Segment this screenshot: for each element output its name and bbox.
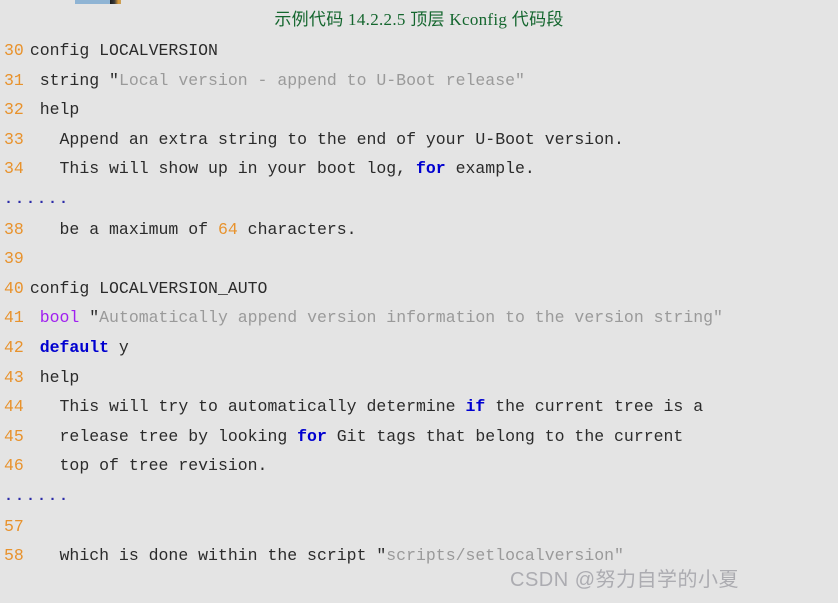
code-token-plain: y (109, 337, 129, 357)
top-edge-artifact-swatch (110, 0, 121, 4)
line-number: 43 (4, 367, 24, 387)
code-line: 45 release tree by looking for Git tags … (0, 422, 838, 452)
code-token-plain: the current tree is a (485, 397, 704, 417)
code-line: 42 default y (0, 333, 838, 363)
code-line: ...... (0, 481, 838, 512)
line-number: 58 (4, 546, 24, 566)
line-number: 41 (4, 308, 24, 328)
code-token-plain: Append an extra string to the end of you… (29, 129, 624, 149)
line-number: 44 (4, 397, 24, 417)
code-line: 41 bool "Automatically append version in… (0, 303, 838, 333)
code-line: 43 help (0, 363, 838, 393)
line-number: 45 (4, 426, 24, 446)
code-line: 46 top of tree revision. (0, 451, 838, 481)
code-token-plain: be a maximum of (29, 219, 218, 239)
line-number: 42 (4, 337, 24, 357)
code-line: 58 which is done within the script "scri… (0, 541, 838, 571)
code-token-plain: config LOCALVERSION_AUTO (29, 278, 268, 298)
line-number: 39 (4, 249, 24, 269)
code-token-plain: top of tree revision. (29, 456, 268, 476)
code-token-plain: This will show up in your boot log, (29, 159, 416, 179)
code-token-plain: example. (445, 159, 535, 179)
line-number: 33 (4, 129, 24, 149)
code-token-str: scripts/setlocalversion" (386, 546, 624, 566)
code-token-ellipsis: ...... (4, 190, 71, 208)
code-token-kw: default (39, 337, 110, 357)
code-line: ...... (0, 184, 838, 215)
code-token-ellipsis: ...... (4, 487, 71, 505)
code-line: 32 help (0, 95, 838, 125)
code-token-plain: help (29, 100, 80, 120)
line-number: 40 (4, 278, 24, 298)
code-token-quote: " (89, 308, 100, 328)
figure-title: 示例代码 14.2.2.5 顶层 Kconfig 代码段 (274, 10, 564, 29)
code-line: 57 (0, 512, 838, 542)
line-number: 57 (4, 516, 24, 536)
code-token-str: " (515, 70, 525, 90)
line-number: 38 (4, 219, 24, 239)
code-line: 44 This will try to automatically determ… (0, 392, 838, 422)
code-token-kw: for (297, 426, 327, 446)
code-token-quote: " (109, 70, 119, 90)
code-token-plain: which is done within the script (29, 546, 377, 566)
code-token-plain: help (29, 367, 80, 387)
line-number: 34 (4, 159, 24, 179)
code-line: 38 be a maximum of 64 characters. (0, 215, 838, 245)
code-line: 39 (0, 244, 838, 274)
code-line: 31 string "Local version - append to U-B… (0, 66, 838, 96)
code-token-plain: Git tags that belong to the current (326, 426, 684, 446)
code-token-str: " (713, 308, 723, 328)
code-token-kw: for (415, 159, 446, 179)
line-number: 46 (4, 456, 24, 476)
code-token-plain: release tree by looking (29, 426, 298, 446)
code-listing-figure: 示例代码 14.2.2.5 顶层 Kconfig 代码段 30 config LO… (0, 0, 838, 603)
code-line: 40 config LOCALVERSION_AUTO (0, 274, 838, 304)
code-token-plain: This will try to automatically determine (29, 397, 466, 417)
code-token-plain: config LOCALVERSION (29, 41, 218, 60)
code-token-str: Local version - append to U-Boot release (118, 70, 516, 90)
code-token-quote: " (376, 546, 387, 566)
code-line: 33 Append an extra string to the end of … (0, 125, 838, 155)
line-number: 31 (4, 70, 24, 90)
line-number: 32 (4, 100, 24, 120)
line-number: 30 (4, 41, 24, 60)
code-token-str: Automatically append version information… (99, 308, 714, 328)
csdn-watermark: CSDN @努力自学的小夏 (510, 569, 740, 591)
code-line: 30 config LOCALVERSION (0, 36, 838, 66)
code-block: 30 config LOCALVERSION 31 string "Local ve… (0, 36, 838, 571)
code-token-kw: if (465, 397, 486, 417)
code-token-type: bool (39, 308, 80, 328)
code-token-plain: string (29, 70, 110, 90)
code-token-num: 64 (217, 219, 238, 239)
code-token-plain: characters. (237, 219, 357, 239)
code-line: 34 This will show up in your boot log, f… (0, 154, 838, 184)
